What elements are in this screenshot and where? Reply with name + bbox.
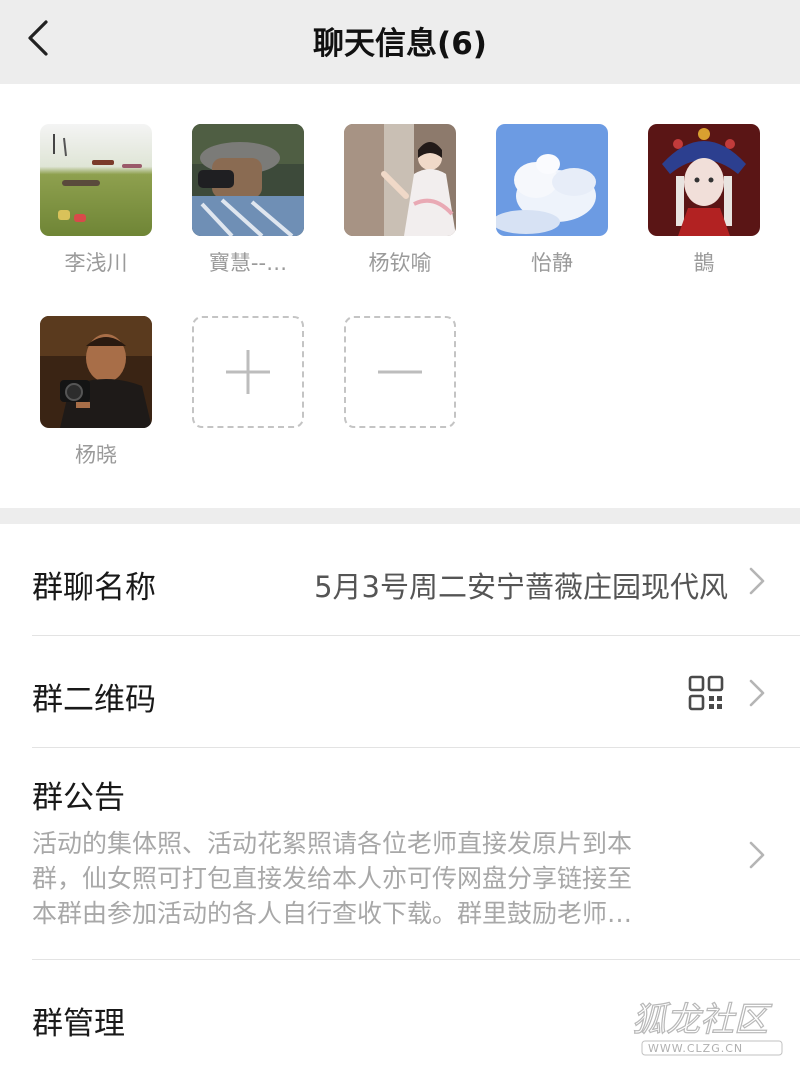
group-manage-label: 群管理 xyxy=(32,1006,125,1042)
member-name: 怡静 xyxy=(531,251,573,275)
group-name-row[interactable]: 群聊名称 5月3号周二安宁蔷薇庄园现代风 xyxy=(0,524,800,636)
group-notice-content: 活动的集体照、活动花絮照请各位老师直接发原片到本 群，仙女照可打包直接发给本人亦… xyxy=(32,826,722,931)
remove-member-button[interactable] xyxy=(344,316,456,428)
member-item[interactable]: 杨钦喻 xyxy=(344,124,456,277)
notice-line: 本群由参加活动的各人自行查收下载。群里鼓励老师… xyxy=(32,899,633,928)
avatar[interactable] xyxy=(496,124,608,236)
plus-icon xyxy=(226,350,270,394)
qr-code-label: 群二维码 xyxy=(32,682,156,718)
chevron-right-icon xyxy=(749,679,765,707)
member-grid: 李浅川 寶慧--… 杨钦喻 怡静 鵲 杨晓 xyxy=(0,84,800,508)
member-name: 杨晓 xyxy=(75,443,117,467)
avatar[interactable] xyxy=(40,316,152,428)
member-name: 鵲 xyxy=(693,251,715,275)
section-divider xyxy=(0,508,800,524)
member-name: 李浅川 xyxy=(64,251,128,275)
avatar[interactable] xyxy=(648,124,760,236)
watermark-url: WWW.CLZG.CN xyxy=(648,1042,743,1055)
notice-line: 群，仙女照可打包直接发给本人亦可传网盘分享链接至 xyxy=(32,864,633,893)
member-item[interactable]: 怡静 xyxy=(496,124,608,277)
qr-code-row[interactable]: 群二维码 xyxy=(0,636,800,748)
watermark-text: 狐龙社区 xyxy=(632,1000,773,1040)
avatar[interactable] xyxy=(192,124,304,236)
notice-line: 活动的集体照、活动花絮照请各位老师直接发原片到本 xyxy=(32,829,633,858)
avatar[interactable] xyxy=(344,124,456,236)
qr-code-icon xyxy=(688,675,724,711)
member-item[interactable]: 杨晓 xyxy=(40,316,152,469)
member-name: 杨钦喻 xyxy=(368,251,432,275)
group-name-value: 5月3号周二安宁蔷薇庄园现代风 xyxy=(314,570,728,604)
watermark-logo: 狐龙社区 WWW.CLZG.CN xyxy=(628,993,788,1059)
chevron-right-icon xyxy=(749,841,765,869)
member-name: 寶慧--… xyxy=(208,251,288,275)
page-title: 聊天信息(6) xyxy=(313,26,487,62)
group-name-label: 群聊名称 xyxy=(32,570,156,606)
chevron-right-icon xyxy=(749,567,765,595)
member-item[interactable]: 鵲 xyxy=(648,124,760,277)
member-item[interactable]: 寶慧--… xyxy=(192,124,304,277)
add-member-button[interactable] xyxy=(192,316,304,428)
title-bar: 聊天信息(6) xyxy=(0,0,800,84)
group-notice-label: 群公告 xyxy=(32,780,125,816)
minus-icon xyxy=(378,370,422,374)
member-item[interactable]: 李浅川 xyxy=(40,124,152,277)
avatar[interactable] xyxy=(40,124,152,236)
group-notice-row[interactable]: 群公告 活动的集体照、活动花絮照请各位老师直接发原片到本 群，仙女照可打包直接发… xyxy=(0,748,800,960)
